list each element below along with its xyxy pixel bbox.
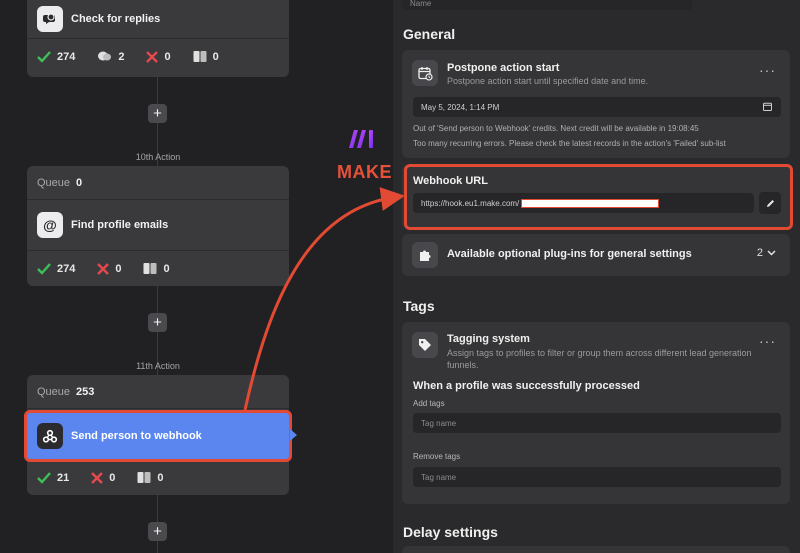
annotation-arrow [243,187,405,411]
